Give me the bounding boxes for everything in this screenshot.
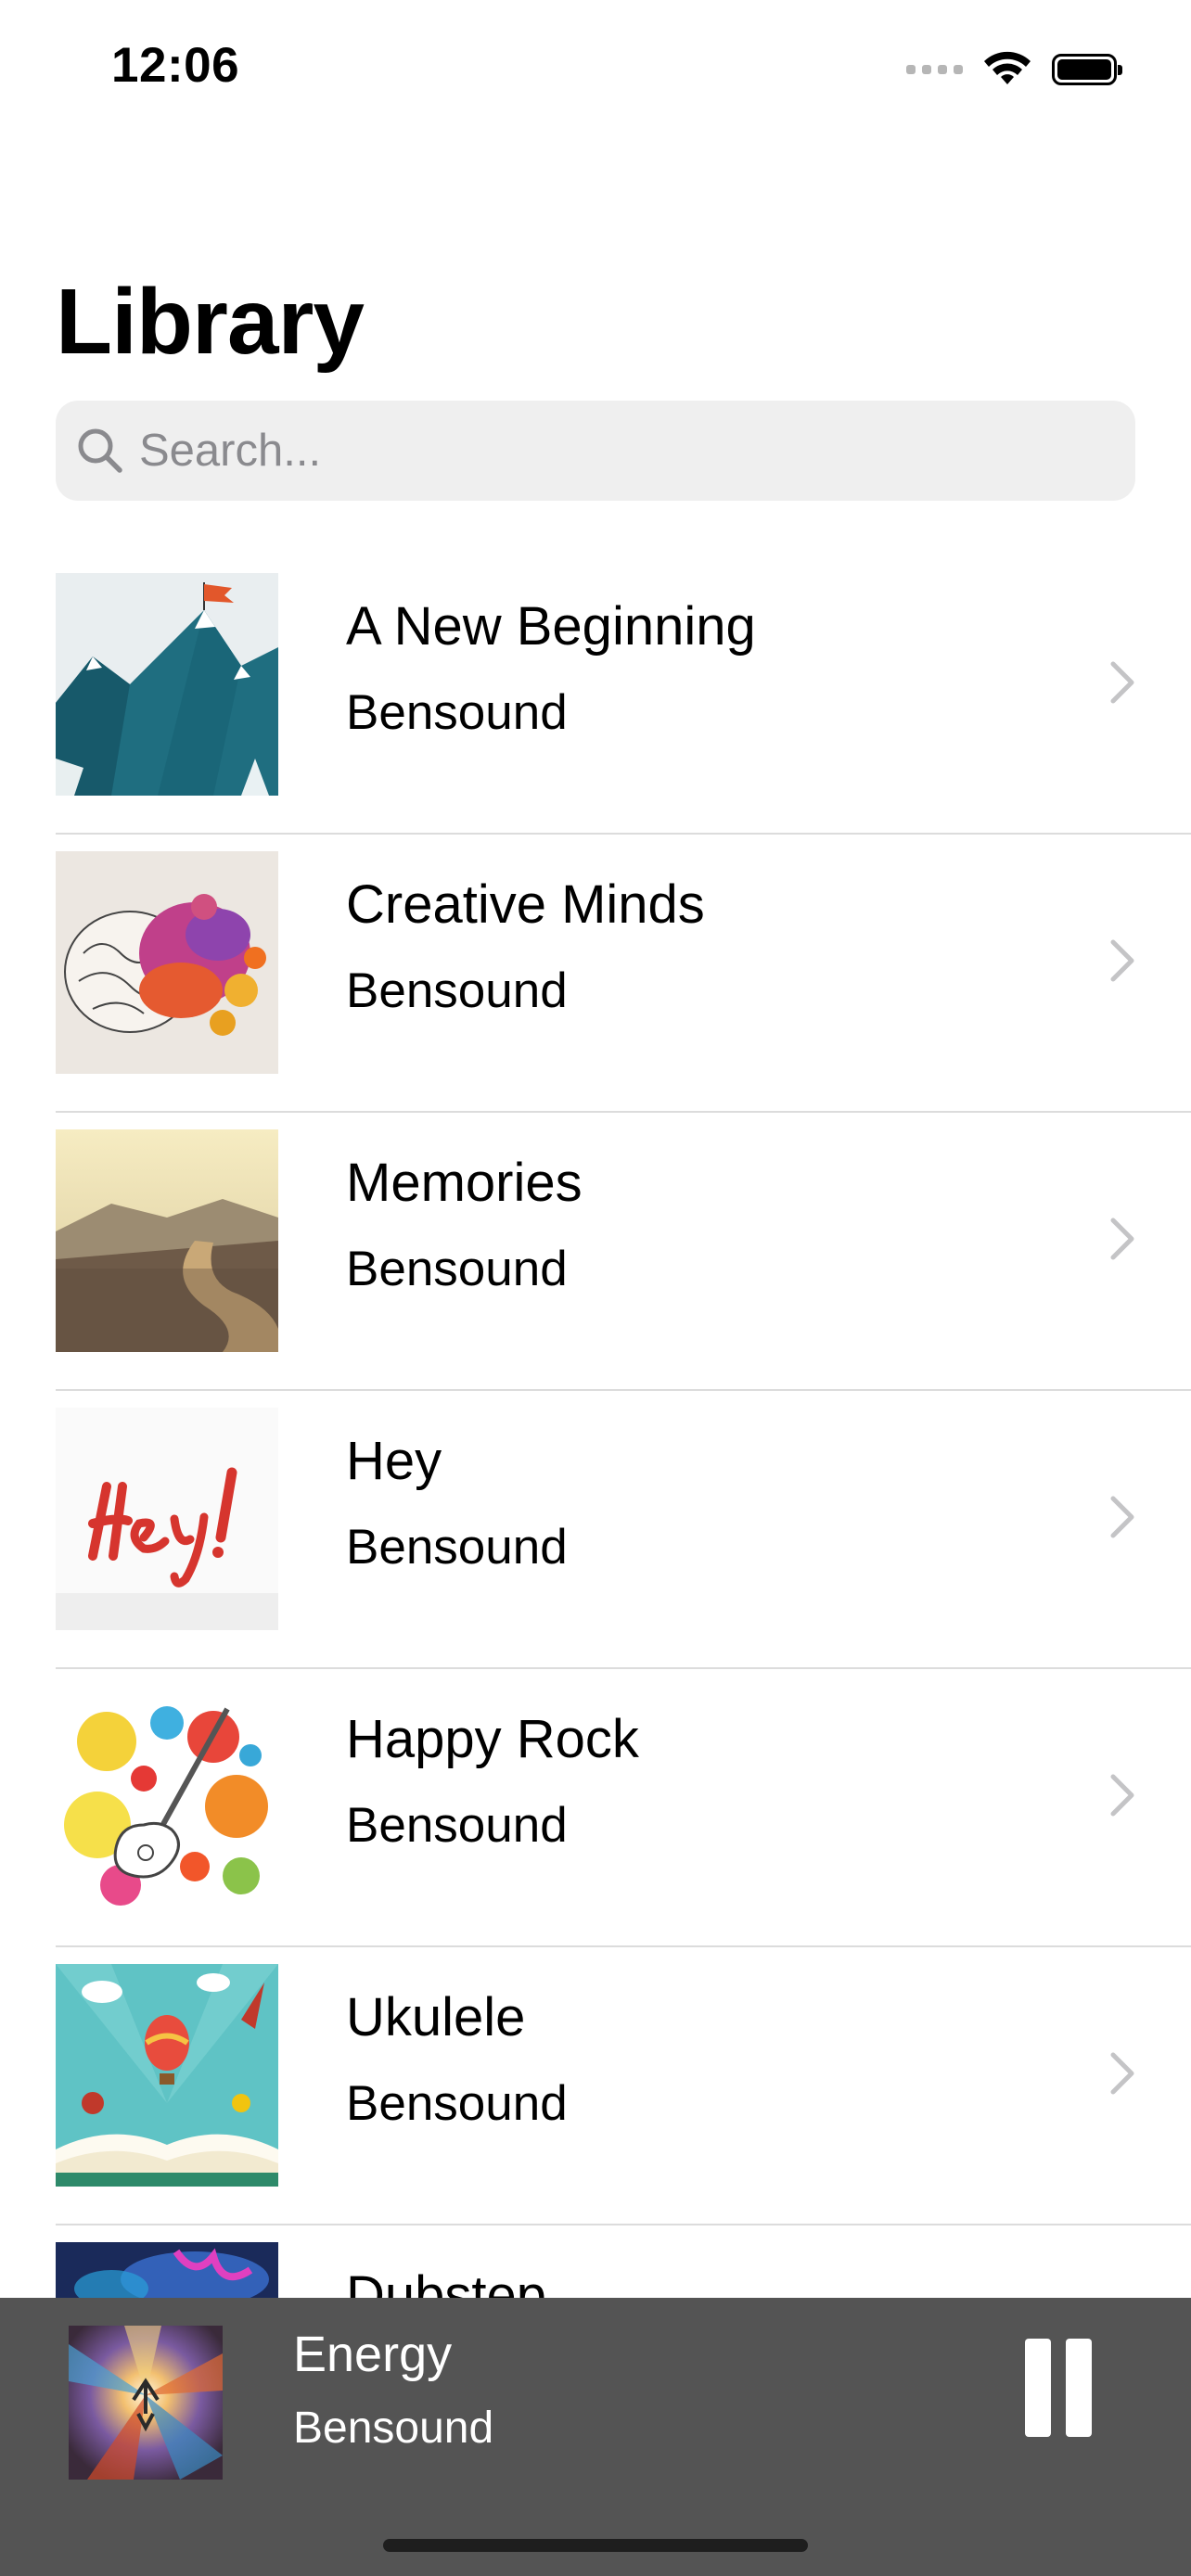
song-artist: Bensound: [346, 1798, 568, 1853]
now-playing-title: Energy: [293, 2327, 453, 2382]
song-title: Memories: [346, 1153, 583, 1213]
chevron-right-icon: [1109, 660, 1135, 705]
home-indicator[interactable]: [383, 2539, 808, 2552]
song-artist: Bensound: [346, 963, 568, 1018]
page-title: Library: [56, 270, 365, 374]
road-landscape-artwork: [56, 1129, 278, 1352]
now-playing-bar[interactable]: Energy Bensound: [0, 2298, 1191, 2576]
chevron-right-icon: [1109, 1217, 1135, 1261]
song-artist: Bensound: [346, 1520, 568, 1575]
search-input[interactable]: [137, 413, 1106, 489]
song-artist: Bensound: [346, 1242, 568, 1296]
chevron-right-icon: [1109, 2051, 1135, 2096]
now-playing-artist: Bensound: [293, 2404, 494, 2453]
chevron-right-icon: [1109, 938, 1135, 983]
colorful-brain-artwork: [56, 851, 278, 1074]
mountain-flag-artwork: [56, 573, 278, 796]
song-row-memories[interactable]: Memories Bensound: [0, 1113, 1191, 1391]
library-screen: 12:06 Library Search... A New Beginning …: [0, 0, 1191, 2576]
song-title: A New Beginning: [346, 596, 756, 657]
song-artist: Bensound: [346, 2076, 568, 2131]
pause-icon[interactable]: [1020, 2339, 1096, 2441]
song-row-ukulele[interactable]: Ukulele Bensound: [0, 1947, 1191, 2225]
energy-burst-artwork: [69, 2326, 223, 2480]
song-row-hey[interactable]: Hey Bensound: [0, 1391, 1191, 1669]
song-artist: Bensound: [346, 685, 568, 740]
status-time: 12:06: [111, 38, 240, 93]
song-row-a-new-beginning[interactable]: A New Beginning Bensound: [0, 556, 1191, 835]
hey-lettering-artwork: [56, 1408, 278, 1630]
guitar-paint-splash-artwork: [56, 1686, 278, 1908]
song-list: A New Beginning Bensound Creative Minds …: [0, 556, 1191, 2504]
song-row-happy-rock[interactable]: Happy Rock Bensound: [0, 1669, 1191, 1947]
storybook-balloon-artwork: [56, 1964, 278, 2187]
song-title: Creative Minds: [346, 874, 705, 935]
status-icons: [906, 46, 1122, 93]
signal-dots-icon: [906, 65, 963, 74]
song-title: Happy Rock: [346, 1709, 639, 1769]
search-bar[interactable]: [56, 401, 1135, 501]
battery-icon: [1052, 54, 1122, 85]
search-icon: [78, 428, 122, 473]
wifi-icon: [984, 51, 1031, 84]
song-title: Hey: [346, 1431, 442, 1491]
chevron-right-icon: [1109, 1773, 1135, 1817]
chevron-right-icon: [1109, 1495, 1135, 1539]
song-row-creative-minds[interactable]: Creative Minds Bensound: [0, 835, 1191, 1113]
status-bar: 12:06: [0, 0, 1191, 139]
song-title: Ukulele: [346, 1987, 526, 2047]
